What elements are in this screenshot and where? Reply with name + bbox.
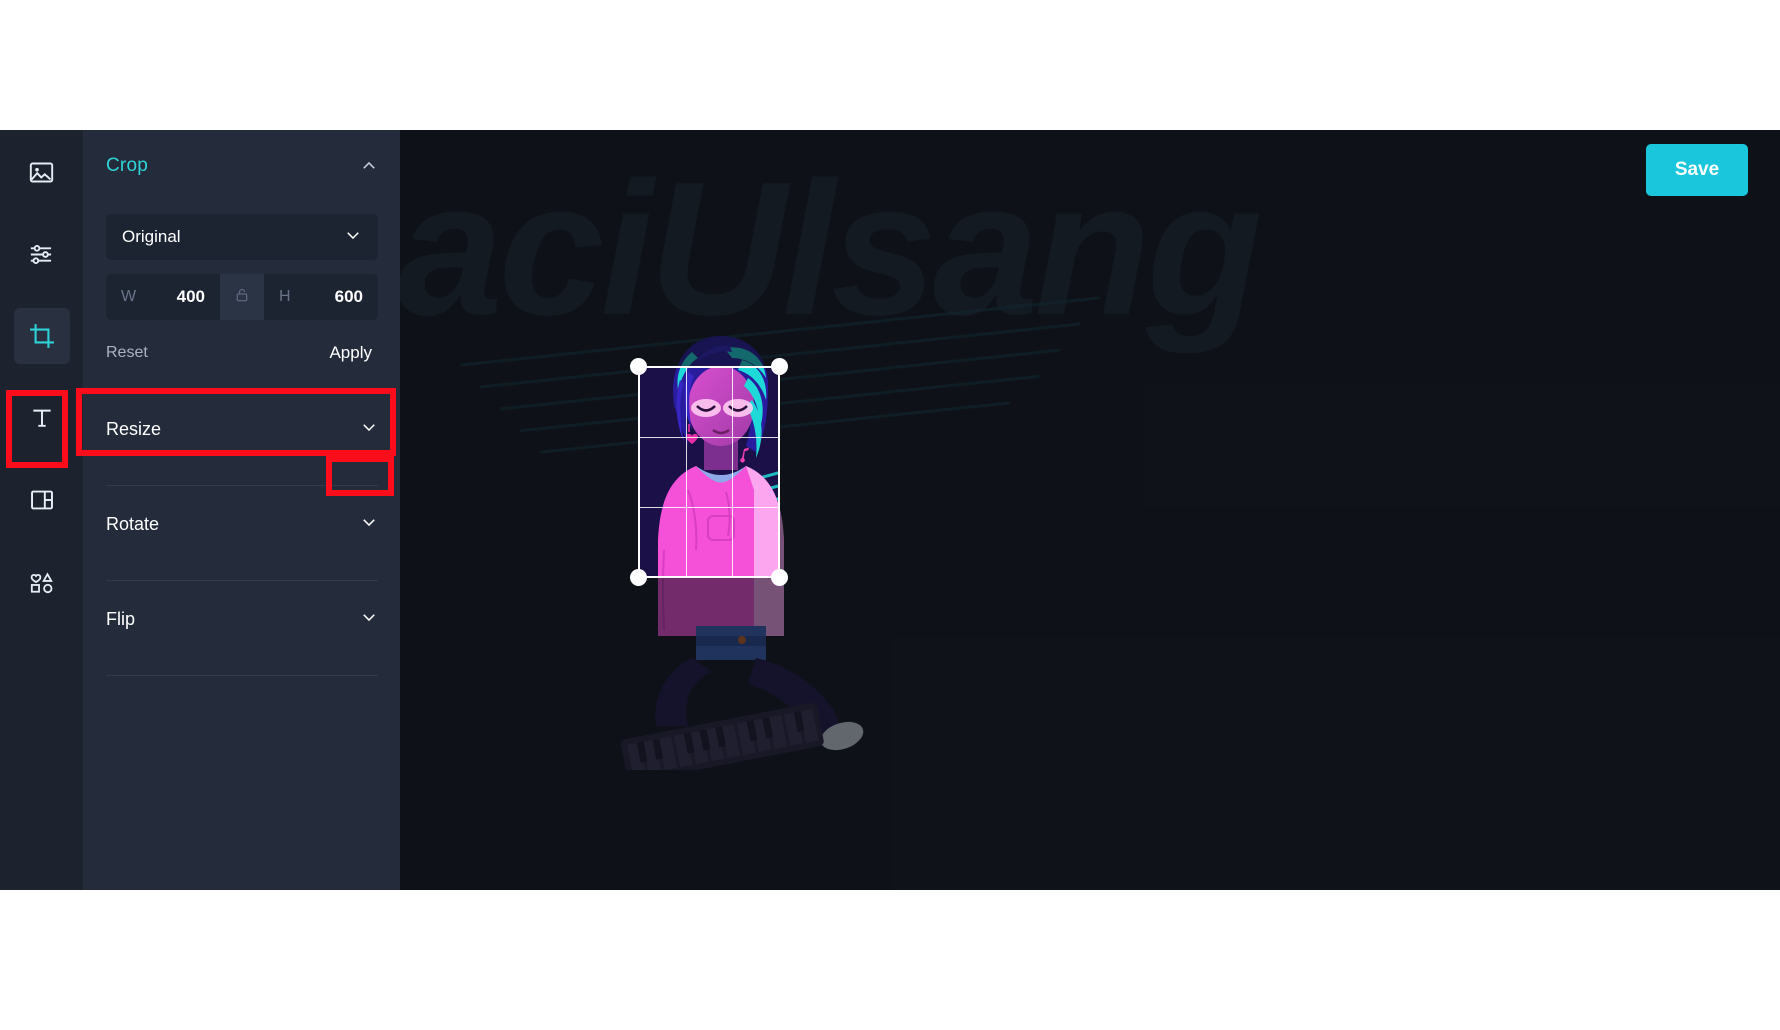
chevron-down-icon [360, 418, 378, 441]
chevron-down-icon [344, 226, 362, 249]
crop-handle-top-left[interactable] [630, 358, 647, 375]
image-editor-window: Crop Original W 400 H 600 Reset Apply Re… [0, 130, 1780, 890]
section-rotate-label: Rotate [106, 513, 160, 534]
width-label: W [121, 288, 137, 305]
aspect-ratio-select[interactable]: Original [106, 214, 378, 260]
crop-handle-bottom-left[interactable] [630, 569, 647, 586]
crop-handle-top-right[interactable] [771, 358, 788, 375]
apply-button[interactable]: Apply [323, 338, 378, 368]
reset-button[interactable]: Reset [106, 344, 148, 362]
text-icon [29, 405, 55, 431]
height-value: 600 [334, 287, 363, 306]
rail-item-image[interactable] [14, 144, 70, 200]
crop-handle-bottom-right[interactable] [771, 569, 788, 586]
rail-item-text[interactable] [14, 390, 70, 446]
chevron-up-icon[interactable] [360, 157, 378, 175]
section-flip-label: Flip [106, 608, 136, 629]
aspect-lock-toggle[interactable] [220, 274, 264, 320]
rail-item-shapes[interactable] [14, 554, 70, 610]
section-flip[interactable]: Flip [106, 581, 378, 657]
height-input[interactable]: H 600 [264, 274, 378, 320]
height-label: H [279, 288, 291, 305]
rail-item-crop[interactable] [13, 308, 70, 364]
rail-item-frame[interactable] [14, 472, 70, 528]
dimension-inputs: W 400 H 600 [106, 274, 378, 320]
width-input[interactable]: W 400 [106, 274, 220, 320]
crop-actions: Reset Apply [106, 334, 378, 372]
editor-canvas[interactable]: LaciUlsang [400, 130, 1780, 890]
crop-grid-line [732, 367, 734, 577]
crop-selection[interactable] [630, 358, 788, 586]
page-title: Crop [106, 155, 148, 176]
image-icon [28, 159, 55, 186]
lock-icon [234, 287, 250, 308]
aspect-ratio-value: Original [122, 227, 181, 246]
section-divider-rotate: Rotate [106, 485, 378, 562]
chevron-down-icon [360, 513, 378, 536]
crop-panel-header[interactable]: Crop [106, 130, 378, 188]
tool-rail [0, 130, 84, 890]
section-divider-resize: Resize [106, 390, 378, 467]
crop-grid-line [685, 367, 687, 577]
crop-grid-line [639, 506, 779, 508]
rail-item-adjustments[interactable] [14, 226, 70, 282]
section-divider-bottom [106, 675, 378, 676]
crop-grid-line [639, 436, 779, 438]
width-value: 400 [176, 287, 205, 306]
adjustments-icon [28, 241, 55, 268]
frame-icon [29, 487, 55, 513]
section-divider-flip: Flip [106, 580, 378, 657]
save-button[interactable]: Save [1646, 144, 1748, 196]
chevron-down-icon [360, 608, 378, 631]
shapes-icon [28, 569, 55, 596]
crop-panel: Crop Original W 400 H 600 Reset Apply Re… [84, 130, 400, 890]
section-resize-label: Resize [106, 418, 162, 439]
crop-icon [28, 322, 56, 350]
section-rotate[interactable]: Rotate [106, 486, 378, 562]
section-resize[interactable]: Resize [106, 391, 378, 467]
